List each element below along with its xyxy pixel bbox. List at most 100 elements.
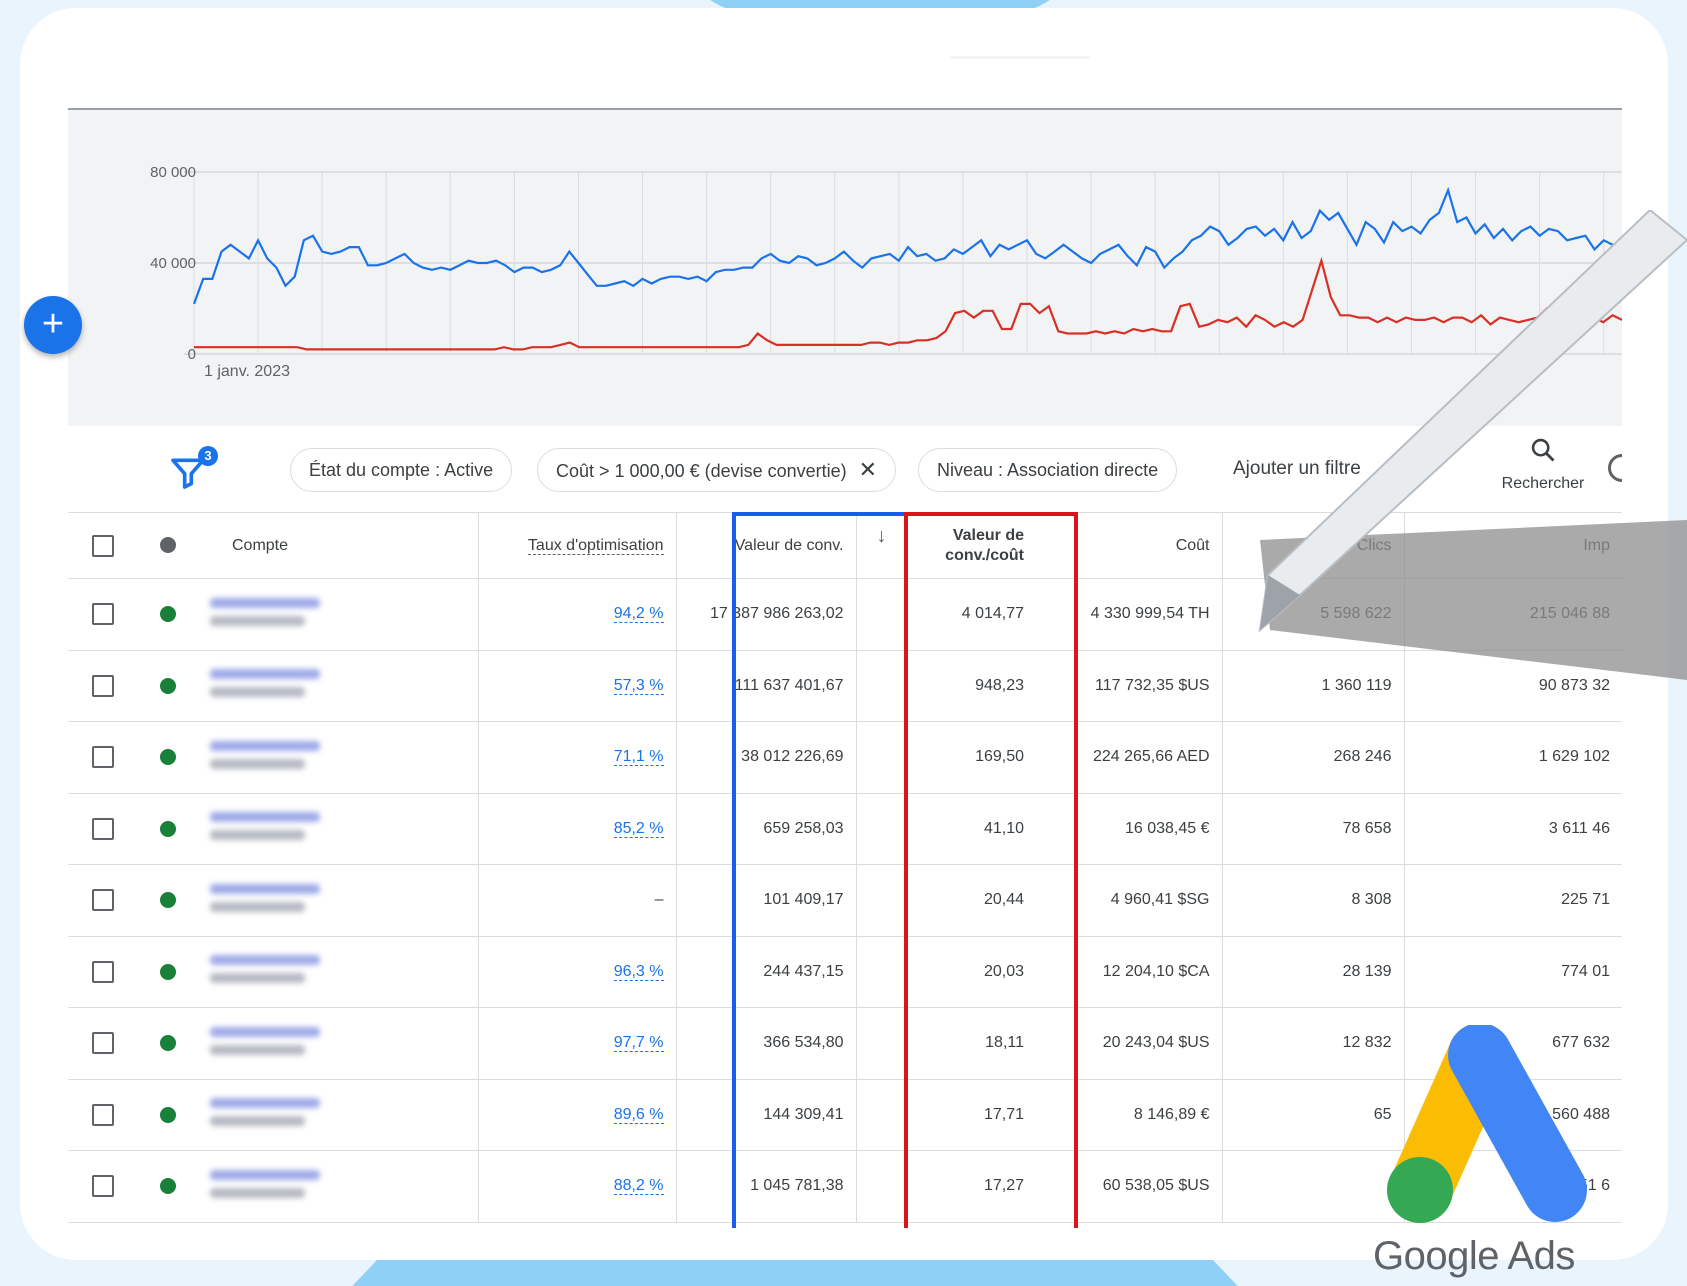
- row-checkbox[interactable]: [92, 1103, 114, 1126]
- cout-cell: 60 538,05 $US: [1036, 1150, 1222, 1223]
- account-name-cell[interactable]: [198, 793, 478, 865]
- taux-cell: 96,3 %: [477, 936, 676, 1008]
- impressions-cell: 1 629 102: [1403, 721, 1622, 794]
- row-status-cell: [138, 864, 198, 937]
- account-name-blurred: [198, 1169, 320, 1198]
- account-name-blurred: [198, 1098, 320, 1127]
- row-checkbox[interactable]: [92, 1032, 114, 1055]
- valeur-conv-cell: 144 309,41: [675, 1079, 856, 1151]
- valeur-conv-cout-cell: 41,10: [855, 793, 1036, 865]
- table-row[interactable]: 71,1 % 38 012 226,69 169,50 224 265,66 A…: [68, 721, 1622, 794]
- valeur-conv-cell: 111 637 401,67: [675, 650, 856, 722]
- taux-cell: 97,7 %: [477, 1007, 676, 1080]
- filter-chip-cost[interactable]: Coût > 1 000,00 € (devise convertie) ✕: [537, 448, 897, 492]
- status-active-icon: [160, 1106, 176, 1123]
- account-name-cell[interactable]: [198, 864, 478, 937]
- y-tick-80000: 80 000: [150, 164, 196, 181]
- row-checkbox[interactable]: [92, 889, 114, 912]
- y-tick-0: 0: [187, 346, 196, 363]
- cout-cell: 12 204,10 $CA: [1036, 936, 1222, 1008]
- header-taux-optimisation[interactable]: Taux d'optimisation: [477, 512, 676, 579]
- cout-cell: 16 038,45 €: [1036, 793, 1222, 865]
- account-name-cell[interactable]: [198, 936, 478, 1008]
- row-checkbox[interactable]: [92, 674, 114, 697]
- taux-cell: 71,1 %: [477, 721, 676, 794]
- account-name-cell[interactable]: [198, 578, 478, 651]
- optimization-score-link[interactable]: 97,7 %: [613, 1034, 664, 1053]
- select-all-checkbox[interactable]: [92, 534, 114, 557]
- header-valeur-conv-cout[interactable]: ↓ Valeur de conv./coût: [855, 512, 1036, 579]
- filter-chip-label: État du compte : Active: [309, 460, 494, 480]
- status-active-icon: [160, 677, 176, 694]
- y-tick-40000: 40 000: [150, 255, 196, 272]
- valeur-conv-cout-cell: 20,44: [855, 864, 1036, 937]
- row-checkbox[interactable]: [92, 960, 114, 983]
- account-name-blurred: [198, 1026, 320, 1055]
- optimization-score-link[interactable]: 96,3 %: [613, 962, 664, 981]
- optimization-score-link[interactable]: 94,2 %: [613, 605, 664, 624]
- impressions-cell: 774 01: [1403, 936, 1622, 1008]
- valeur-conv-cell: 1 045 781,38: [675, 1150, 856, 1223]
- status-active-icon: [160, 1035, 176, 1052]
- table-row[interactable]: – 101 409,17 20,44 4 960,41 $SG 8 308 22…: [68, 864, 1622, 937]
- valeur-conv-cout-cell: 17,27: [855, 1150, 1036, 1223]
- valeur-conv-cout-cell: 17,71: [855, 1079, 1036, 1151]
- valeur-conv-cell: 244 437,15: [675, 936, 856, 1008]
- valeur-conv-cout-cell: 18,11: [855, 1007, 1036, 1080]
- optimization-score-link[interactable]: 71,1 %: [613, 748, 664, 767]
- filter-chip-level[interactable]: Niveau : Association directe: [918, 448, 1178, 492]
- status-active-icon: [160, 892, 176, 909]
- taux-cell: 85,2 %: [477, 793, 676, 865]
- account-name-cell[interactable]: [198, 721, 478, 794]
- sort-arrow-down-icon[interactable]: ↓: [877, 526, 887, 546]
- optimization-score-link[interactable]: 85,2 %: [613, 819, 664, 838]
- google-ads-logo-text: Google Ads: [1373, 1234, 1575, 1278]
- row-select-cell: [68, 864, 138, 937]
- row-select-cell: [68, 1007, 138, 1080]
- row-status-cell: [138, 793, 198, 865]
- add-button[interactable]: +: [24, 296, 82, 354]
- account-name-cell[interactable]: [198, 1079, 478, 1151]
- row-status-cell: [138, 1079, 198, 1151]
- header-compte[interactable]: Compte: [198, 512, 478, 579]
- table-row[interactable]: 85,2 % 659 258,03 41,10 16 038,45 € 78 6…: [68, 793, 1622, 865]
- account-name-cell[interactable]: [198, 650, 478, 722]
- row-status-cell: [138, 936, 198, 1008]
- filter-chip-account-status[interactable]: État du compte : Active: [290, 448, 513, 492]
- x-tick-start: 1 janv. 2023: [204, 363, 290, 380]
- optimization-score-link[interactable]: 88,2 %: [613, 1177, 664, 1196]
- header-valeur-conv[interactable]: Valeur de conv.: [675, 512, 856, 579]
- plus-icon: +: [41, 303, 65, 345]
- valeur-conv-cout-cell: 948,23: [855, 650, 1036, 722]
- row-checkbox[interactable]: [92, 746, 114, 769]
- valeur-conv-cell: 366 534,80: [675, 1007, 856, 1080]
- account-name-cell[interactable]: [198, 1007, 478, 1080]
- valeur-conv-cell: 38 012 226,69: [675, 721, 856, 794]
- status-active-icon: [160, 1178, 176, 1195]
- table-row[interactable]: 96,3 % 244 437,15 20,03 12 204,10 $CA 28…: [68, 936, 1622, 1008]
- account-name-cell[interactable]: [198, 1150, 478, 1223]
- status-header-icon: [160, 537, 176, 554]
- row-select-cell: [68, 793, 138, 865]
- close-icon[interactable]: ✕: [859, 457, 877, 482]
- taux-cell: 89,6 %: [477, 1079, 676, 1151]
- impressions-cell: 225 71: [1403, 864, 1622, 937]
- valeur-conv-cout-cell: 169,50: [855, 721, 1036, 794]
- clics-cell: 8 308: [1221, 864, 1404, 937]
- valeur-conv-cout-cell: 20,03: [855, 936, 1036, 1008]
- account-name-blurred: [198, 955, 320, 984]
- row-checkbox[interactable]: [92, 603, 114, 626]
- optimization-score-link[interactable]: 57,3 %: [613, 676, 664, 695]
- select-all-cell: [68, 512, 138, 579]
- row-status-cell: [138, 1150, 198, 1223]
- clics-cell: 78 658: [1221, 793, 1404, 865]
- row-status-cell: [138, 650, 198, 722]
- valeur-conv-cout-cell: 4 014,77: [855, 578, 1036, 651]
- status-active-icon: [160, 606, 176, 623]
- filter-count-badge: 3: [198, 446, 218, 466]
- row-select-cell: [68, 578, 138, 651]
- row-checkbox[interactable]: [92, 1175, 114, 1198]
- row-checkbox[interactable]: [92, 817, 114, 840]
- optimization-score-link[interactable]: 89,6 %: [613, 1105, 664, 1124]
- status-header: [138, 512, 198, 579]
